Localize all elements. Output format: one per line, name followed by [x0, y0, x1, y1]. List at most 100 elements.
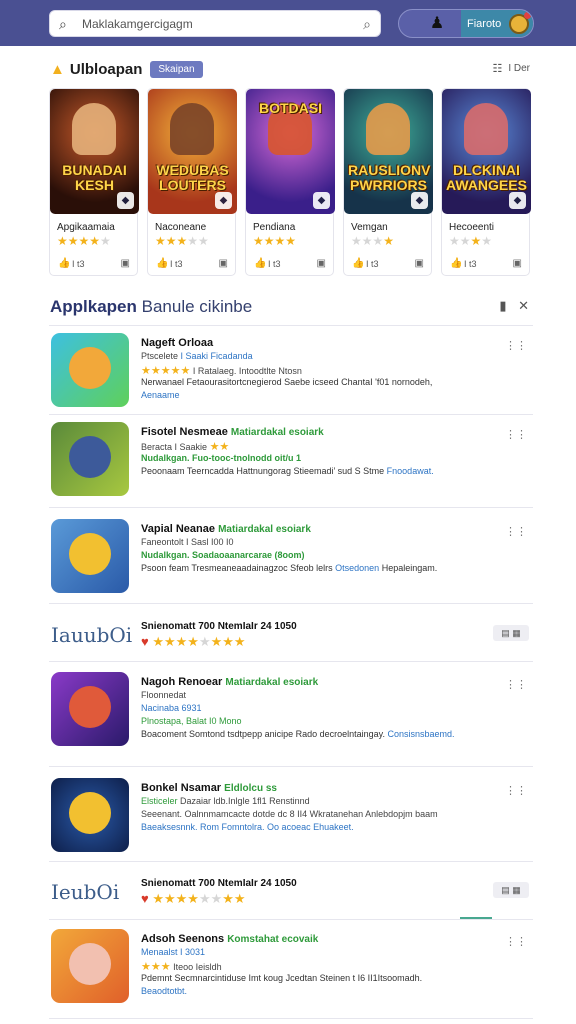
featured-badge[interactable]: Skaipan: [150, 60, 203, 78]
list-item[interactable]: Vapial Neanae Matiardakal esoiark Faneon…: [49, 513, 533, 603]
item-title: Nagoh Renoear Matiardakal esoiark: [141, 676, 319, 688]
search-submit-icon[interactable]: ⌕: [363, 16, 371, 33]
pin-icon[interactable]: ▮: [499, 298, 506, 313]
item-rating: Nudalkgan. Soadaoaanarcarae (8oom): [141, 550, 305, 560]
game-card[interactable]: BUNADAI KESH ◆ Apgikaamaia ★★★★★ 👍 I t3 …: [49, 88, 139, 276]
promo-button[interactable]: ▤ ▦: [493, 625, 529, 641]
save-icon[interactable]: ▣: [415, 258, 424, 269]
game-art-caption: WEDUBAS LOUTERS: [156, 162, 229, 193]
save-icon[interactable]: ▣: [317, 258, 326, 269]
divider: [49, 661, 533, 662]
drag-handle-icon[interactable]: ⋮⋮: [505, 935, 527, 948]
game-card[interactable]: RAUSLIONV PWRRIORS ◆ Vemgan ★★★★ 👍 I t3 …: [343, 88, 433, 276]
card-title: Vemgan: [351, 222, 388, 233]
promo-logo: IauubOi: [51, 623, 133, 647]
rating-stars: ★★★★★: [155, 234, 209, 248]
app-icon[interactable]: [51, 422, 129, 496]
rating-stars: ★★★★★: [57, 234, 111, 248]
card-title: Apgikaamaia: [57, 222, 115, 233]
item-title: Adsoh Seenons Komstahat ecovaik: [141, 933, 319, 945]
app-icon-art: [69, 686, 111, 728]
like-icon[interactable]: 👍: [254, 258, 266, 269]
item-subline: Plnostapa, Balat I0 Mono: [141, 716, 242, 726]
app-icon[interactable]: [51, 778, 129, 852]
save-icon[interactable]: ▣: [513, 258, 522, 269]
featured-header: ▲ Ulbloapan Skaipan: [50, 60, 203, 78]
game-card[interactable]: WEDUBAS LOUTERS ◆ Naconeane ★★★★★ 👍 I t3…: [147, 88, 237, 276]
search-input[interactable]: ⌕ Maklakamgercigagm ⌕: [49, 10, 381, 37]
character-art: [464, 103, 508, 155]
character-art: [72, 103, 116, 155]
list-item[interactable]: Nagoh Renoear Matiardakal esoiark Floonn…: [49, 666, 533, 756]
user-avatar-icon[interactable]: ♟: [427, 14, 447, 34]
app-icon[interactable]: [51, 929, 129, 1003]
like-icon[interactable]: 👍: [58, 258, 70, 269]
promo-banner[interactable]: IauubOi Snienomatt 700 NtemIaIr 24 1050 …: [49, 617, 533, 657]
promo-banner[interactable]: IeubOi Snienomatt 700 NtemIaIr 24 1050 ♥…: [49, 874, 533, 914]
like-icon[interactable]: 👍: [352, 258, 364, 269]
app-icon[interactable]: [51, 519, 129, 593]
platform-badge-icon: ◆: [117, 192, 134, 209]
view-label: I Der: [508, 63, 530, 74]
star-icon: ▲: [50, 60, 65, 78]
item-meta: Floonnedat: [141, 690, 187, 700]
list-item[interactable]: Bonkel Nsamar Eldlolcu ss Elsticeler Daz…: [49, 772, 533, 862]
item-title: Nageft Orloaa: [141, 337, 214, 349]
game-art[interactable]: BOTDASI ◆: [246, 89, 335, 214]
list-item[interactable]: Fisotel Nesmeae Matiardakal esoiark Bera…: [49, 416, 533, 506]
item-meta: Elsticeler Dazaiar ldb.Inlgle 1fl1 Renst…: [141, 796, 310, 806]
featured-cards: BUNADAI KESH ◆ Apgikaamaia ★★★★★ 👍 I t3 …: [49, 88, 533, 278]
card-title: Hecoeenti: [449, 222, 495, 233]
drag-handle-icon[interactable]: ⋮⋮: [505, 784, 527, 797]
save-icon[interactable]: ▣: [121, 258, 130, 269]
search-icon: ⌕: [59, 16, 67, 32]
game-art[interactable]: RAUSLIONV PWRRIORS ◆: [344, 89, 433, 214]
app-icon-art: [69, 533, 111, 575]
view-toggle[interactable]: ☷ I Der: [492, 62, 530, 75]
divider: [49, 766, 533, 767]
notification-dot: [524, 12, 531, 19]
item-description: Psoon feam Tresmeaneaadainagzoc Sfeob le…: [141, 563, 438, 573]
item-link[interactable]: Beaodtotbt.: [141, 986, 187, 996]
drag-handle-icon[interactable]: ⋮⋮: [505, 339, 527, 352]
item-rating: ★★★★★ I Ratalaeg. Intoodtlte Ntosn: [141, 365, 302, 377]
drag-handle-icon[interactable]: ⋮⋮: [505, 678, 527, 691]
game-art[interactable]: WEDUBAS LOUTERS ◆: [148, 89, 237, 214]
grid-icon[interactable]: ☷: [492, 62, 502, 75]
list-item[interactable]: Nageft Orloaa Ptscelete I Saaki Ficadand…: [49, 327, 533, 417]
item-description: Baeaksesnnk. Rom Fomntolra. Oo acoeac Eh…: [141, 822, 354, 832]
drag-handle-icon[interactable]: ⋮⋮: [505, 428, 527, 441]
promo-button[interactable]: ▤ ▦: [493, 882, 529, 898]
game-art-caption: BUNADAI KESH: [62, 162, 127, 193]
game-card[interactable]: BOTDASI ◆ Pendiana ★★★★ 👍 I t3 ▣: [245, 88, 335, 276]
account-widget[interactable]: ♟ Fiaroto: [398, 9, 534, 38]
divider: [49, 861, 533, 862]
game-card[interactable]: DLCKINAI AWANGEES ◆ Hecoeenti ★★★★ 👍 I t…: [441, 88, 531, 276]
item-meta: Menaalst I 3031: [141, 947, 206, 957]
promo-logo: IeubOi: [51, 880, 120, 904]
item-meta: Ptscelete I Saaki Ficadanda: [141, 351, 253, 361]
like-icon[interactable]: 👍: [450, 258, 462, 269]
game-art[interactable]: BUNADAI KESH ◆: [50, 89, 139, 214]
divider: [49, 603, 533, 604]
search-text: Maklakamgercigagm: [82, 17, 193, 31]
promo-rating: ♥ ★★★★★★★★: [141, 891, 246, 906]
promo-title: Snienomatt 700 NtemIaIr 24 1050: [141, 878, 297, 889]
divider: [49, 325, 533, 326]
card-stat: I t3: [72, 259, 85, 269]
close-icon[interactable]: ✕: [518, 298, 529, 313]
item-title: Vapial Neanae Matiardakal esoiark: [141, 523, 311, 535]
item-title: Bonkel Nsamar Eldlolcu ss: [141, 782, 277, 794]
item-rating: Nudalkgan. Fuo-tooc-tnolnodd oit/u 1: [141, 453, 301, 463]
app-icon[interactable]: [51, 333, 129, 407]
save-icon[interactable]: ▣: [219, 258, 228, 269]
like-icon[interactable]: 👍: [156, 258, 168, 269]
game-art[interactable]: DLCKINAI AWANGEES ◆: [442, 89, 531, 214]
list-item[interactable]: Adsoh Seenons Komstahat ecovaik Menaalst…: [49, 923, 533, 1013]
app-icon-art: [69, 436, 111, 478]
featured-title: Ulbloapan: [69, 60, 143, 78]
item-link[interactable]: Aenaame: [141, 390, 180, 400]
app-icon[interactable]: [51, 672, 129, 746]
drag-handle-icon[interactable]: ⋮⋮: [505, 525, 527, 538]
character-art: [170, 103, 214, 155]
